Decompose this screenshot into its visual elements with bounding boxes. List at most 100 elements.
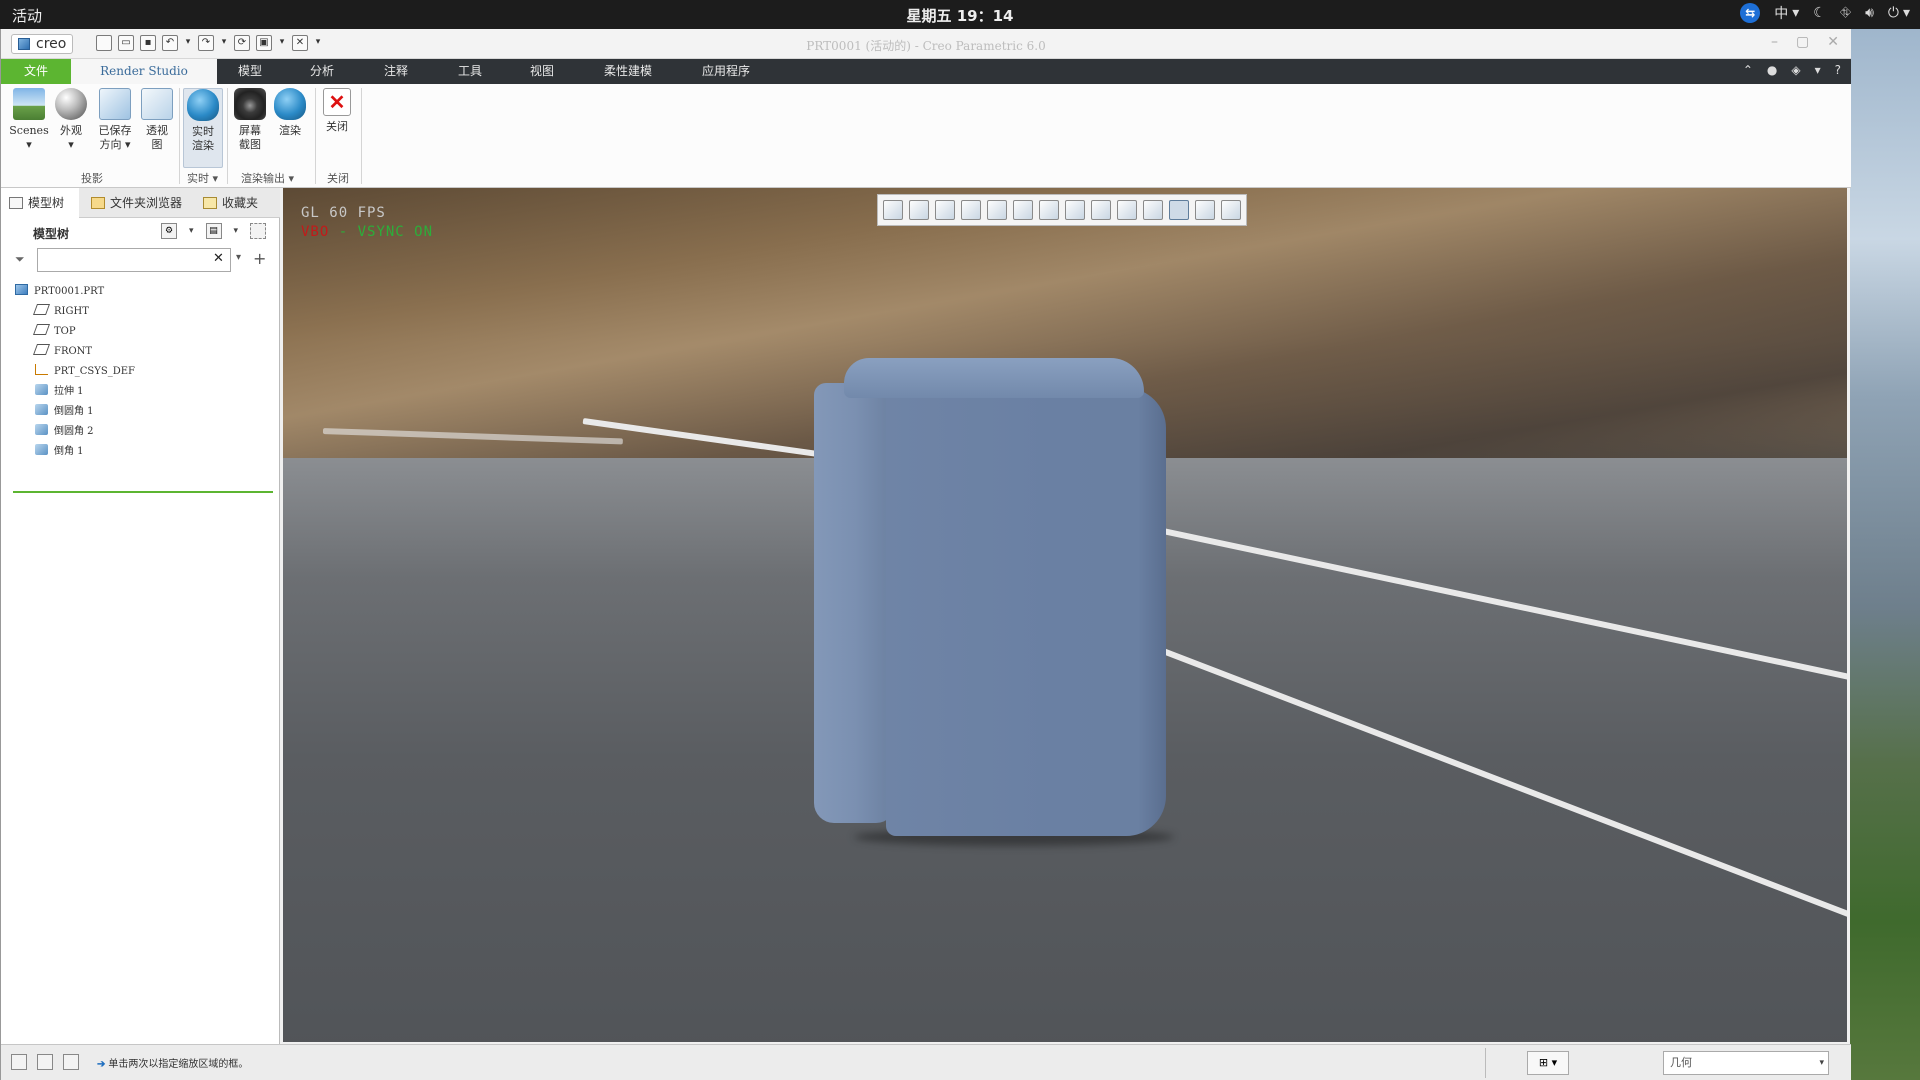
tab-flexible-modeling[interactable]: 柔性建模 — [589, 59, 667, 84]
tab-applications[interactable]: 应用程序 — [687, 59, 765, 84]
close-icon[interactable]: ✕ — [1827, 34, 1839, 50]
browser-toggle-icon[interactable] — [37, 1054, 53, 1070]
power-menu[interactable]: ⏻ ▾ — [1888, 5, 1910, 21]
find-button[interactable]: ⊞ ▾ — [1527, 1051, 1569, 1075]
tree-settings-icon[interactable]: ⚙ — [161, 223, 177, 239]
ribbon-tab-bar: 文件 Render Studio 模型 分析 注释 工具 视图 柔性建模 应用程… — [1, 59, 1851, 84]
annotation-display-icon[interactable] — [1143, 200, 1163, 220]
navigator-toggle-icon[interactable] — [11, 1054, 27, 1070]
chevron-down-icon[interactable]: ▾ — [189, 226, 194, 236]
clear-search-icon[interactable]: ✕ — [213, 251, 224, 266]
screen-capture-button[interactable]: 屏幕 截图 — [231, 88, 269, 152]
navigator-panel: 模型树 文件夹浏览器 收藏夹 模型树 ⚙ ▾ ▤ ▾ ⏷ ✕ ▾ + PRT00… — [1, 188, 280, 1044]
fps-readout: GL 60 FPS — [301, 205, 386, 221]
chevron-down-icon: ▾ — [26, 138, 32, 151]
tab-file[interactable]: 文件 — [1, 59, 71, 84]
tab-folder-browser[interactable]: 文件夹浏览器 — [83, 188, 195, 218]
volume-icon[interactable]: 🔊︎ — [1865, 5, 1874, 21]
sphere-icon — [55, 88, 87, 120]
scenes-button[interactable]: Scenes ▾ — [7, 88, 51, 152]
datum-display-icon[interactable] — [1117, 200, 1137, 220]
render-button[interactable]: 渲染 — [271, 88, 309, 138]
tree-node-round-1[interactable]: 倒圆角 1 — [15, 402, 275, 422]
group-label-close: 关闭 — [327, 172, 349, 185]
search-help-icon[interactable]: ● — [1767, 63, 1777, 77]
add-icon[interactable]: + — [253, 249, 266, 268]
tab-annotate[interactable]: 注释 — [363, 59, 429, 84]
tree-node-top[interactable]: TOP — [15, 322, 275, 342]
teapot-icon — [187, 89, 219, 121]
zoom-in-icon[interactable] — [909, 200, 929, 220]
close-render-studio-button[interactable]: ✕ 关闭 — [319, 88, 355, 134]
tree-node-round-2[interactable]: 倒圆角 2 — [15, 422, 275, 442]
settings-icon[interactable]: ◈ — [1791, 63, 1800, 77]
status-icons — [11, 1054, 79, 1070]
model-tree: PRT0001.PRT RIGHT TOP FRONT PRT_CSYS_DEF… — [15, 282, 275, 462]
input-method-indicator[interactable]: 中 ▾ — [1774, 3, 1799, 23]
minimize-ribbon-icon[interactable]: ⌃ — [1743, 63, 1753, 77]
folder-icon — [91, 197, 105, 209]
tab-tools[interactable]: 工具 — [437, 59, 503, 84]
minimize-icon[interactable]: – — [1771, 34, 1778, 50]
tab-model[interactable]: 模型 — [217, 59, 283, 84]
tree-node-chamfer-1[interactable]: 倒角 1 — [15, 442, 275, 462]
realtime-render-button[interactable]: 实时 渲染 — [183, 88, 223, 168]
chevron-down-icon[interactable]: ▾ — [234, 226, 239, 236]
tab-favorites[interactable]: 收藏夹 — [195, 188, 279, 218]
group-label-projection: 投影 — [81, 172, 103, 185]
tree-search-input[interactable] — [37, 248, 231, 272]
show-icon[interactable]: ▤ — [205, 223, 222, 239]
section-icon[interactable] — [1091, 200, 1111, 220]
ribbon-separator — [315, 88, 316, 184]
system-tray: ⇆ 中 ▾ ☾ ⛗ 🔊︎ ⏻ ▾ — [1740, 3, 1910, 23]
perspective-button[interactable]: 透视图 — [139, 88, 175, 152]
model-top-face — [844, 358, 1144, 398]
help-icon[interactable]: ? — [1835, 63, 1841, 77]
tree-node-prt0001[interactable]: PRT0001.PRT — [15, 282, 275, 302]
power-icon: ⏻ — [1887, 5, 1899, 21]
tree-node-csys[interactable]: PRT_CSYS_DEF — [15, 362, 275, 382]
display-style-icon[interactable] — [987, 200, 1007, 220]
spin-center-icon[interactable] — [1169, 200, 1189, 220]
ribbon: Scenes ▾ 外观 ▾ 已保存 方向 ▾ 透视图 投影 实时 渲染 实时 ▾ 屏幕截… — [1, 84, 1851, 188]
tree-node-front[interactable]: FRONT — [15, 342, 275, 362]
tree-node-right[interactable]: RIGHT — [15, 302, 275, 322]
group-label-render-output[interactable]: 渲染输出 ▾ — [241, 170, 294, 186]
night-mode-icon[interactable]: ☾ — [1813, 5, 1826, 21]
more-tools-icon[interactable] — [1221, 200, 1241, 220]
tree-node-extrude-1[interactable]: 拉伸 1 — [15, 382, 275, 402]
selection-filter-select[interactable]: 几何 ▾ — [1663, 1051, 1829, 1075]
search-dropdown-icon[interactable]: ▾ — [236, 252, 241, 263]
appearance-button[interactable]: 外观 ▾ — [53, 88, 89, 152]
refit-icon[interactable] — [883, 200, 903, 220]
fullscreen-icon[interactable] — [63, 1054, 79, 1070]
insert-here-indicator[interactable] — [13, 491, 273, 493]
perspective-cube-icon — [141, 88, 173, 120]
group-label-realtime[interactable]: 实时 ▾ — [187, 170, 218, 186]
appearance-toggle-icon[interactable] — [1195, 200, 1215, 220]
rendered-part-model[interactable] — [814, 358, 1174, 846]
tab-model-tree[interactable]: 模型树 — [1, 188, 79, 218]
network-icon[interactable]: ⛗ — [1840, 5, 1851, 21]
csys-icon — [35, 364, 48, 375]
zoom-out-icon[interactable] — [935, 200, 955, 220]
tab-analysis[interactable]: 分析 — [289, 59, 355, 84]
repaint-icon[interactable] — [961, 200, 981, 220]
saved-orientations-button[interactable]: 已保存 方向 ▾ — [93, 88, 137, 152]
tree-filter-icon[interactable] — [250, 223, 267, 239]
perspective-view-icon[interactable] — [1065, 200, 1085, 220]
graphics-viewport[interactable]: GL 60 FPS VBO - VSYNC ON — [283, 188, 1847, 1042]
system-clock[interactable]: 星期五 19：14 — [0, 5, 1920, 26]
tab-render-studio[interactable]: Render Studio — [71, 59, 217, 84]
teamviewer-icon[interactable]: ⇆ — [1740, 3, 1761, 23]
extrude-icon — [35, 384, 48, 395]
saved-orientations-icon[interactable] — [1013, 200, 1033, 220]
status-bar: ➔ 单击两次以指定缩放区域的框。 ⊞ ▾ 几何 ▾ — [1, 1044, 1851, 1080]
maximize-icon[interactable]: ▢ — [1796, 34, 1809, 50]
vsync-readout: VBO - VSYNC ON — [301, 224, 434, 240]
binoculars-icon: ⊞ — [1538, 1056, 1549, 1069]
view-manager-icon[interactable] — [1039, 200, 1059, 220]
chevron-down-icon[interactable]: ▾ — [1815, 63, 1821, 77]
chevron-down-icon: ▾ — [1792, 5, 1800, 21]
tab-view[interactable]: 视图 — [509, 59, 575, 84]
